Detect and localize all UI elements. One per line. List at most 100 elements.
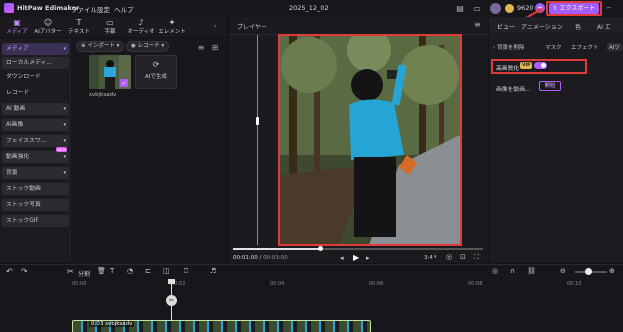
sidebar-item-6[interactable]: フェイススワ... ▾ — [2, 135, 69, 147]
toolbar-item-label: AIアバター — [34, 29, 62, 35]
toolbar-item-3[interactable]: ▭ 字幕 — [96, 18, 124, 37]
record-label: レコード — [137, 43, 160, 49]
speed-icon[interactable]: ◔ — [127, 267, 133, 275]
prev-frame-icon[interactable]: ◂ — [340, 254, 344, 262]
hd-toggle[interactable] — [534, 62, 547, 69]
trim-handle[interactable] — [256, 117, 259, 125]
ruler-tick-label: 00:10 — [567, 281, 582, 287]
aspect-ratio-select[interactable]: 3:4 — [424, 255, 433, 261]
checked-icon[interactable]: ✓ — [120, 79, 128, 87]
voice-icon[interactable]: ♬ — [210, 267, 216, 275]
subtab-mask[interactable]: マスク — [545, 43, 562, 51]
minimize-icon[interactable]: − — [606, 4, 612, 12]
tab-color[interactable]: 色 — [575, 22, 581, 31]
toolbar-item-5[interactable]: ✦ エレメント — [158, 18, 186, 37]
menu-help[interactable]: ヘルプ — [114, 4, 134, 14]
export-button[interactable]: ⇪ エクスポート — [549, 3, 599, 14]
time-total: 00:03:00 — [263, 255, 288, 261]
text-tool-icon[interactable]: T — [110, 267, 114, 275]
playhead-split-icon[interactable]: ✂ — [166, 295, 177, 306]
sidebar-item-label: フェイススワ... — [6, 138, 47, 144]
toolbar-item-2[interactable]: T テキスト — [65, 18, 93, 37]
split-icon[interactable]: ✂ — [67, 267, 74, 276]
split-label[interactable]: 分割 — [78, 269, 90, 278]
more-options-icon[interactable]: ≡ — [474, 20, 481, 29]
redo-icon[interactable]: ↷ — [21, 267, 28, 276]
sidebar-item-11[interactable]: ストックGIF — [2, 215, 69, 227]
adjust-icon[interactable]: ♖ — [183, 267, 189, 275]
export-label: エクスポート — [559, 5, 596, 12]
crop-icon[interactable]: ⊏ — [145, 267, 151, 275]
toolbar-item-4[interactable]: ♪ オーディオ — [127, 18, 155, 37]
sidebar-item-label: 動画強化 — [6, 154, 30, 160]
sidebar-item-0[interactable]: メディア ▾ — [2, 43, 69, 55]
tab-view[interactable]: ビュー — [497, 22, 515, 31]
progress-fill — [233, 248, 321, 250]
trim-line — [257, 35, 258, 245]
progress-knob[interactable] — [318, 246, 323, 251]
start-button[interactable]: 開始 — [539, 81, 561, 91]
monitor-icon[interactable]: ▭ — [472, 3, 482, 13]
tab-animation[interactable]: アニメーション — [521, 22, 563, 31]
playhead-head[interactable] — [168, 279, 175, 284]
fit-icon[interactable]: ⊡ — [460, 253, 466, 261]
sidebar-item-4[interactable]: AI 動画 ▾ — [2, 103, 69, 115]
sidebar-item-5[interactable]: AI画像 ▾ — [2, 119, 69, 131]
import-button[interactable]: ⊕ インポート ▾ — [76, 41, 125, 52]
timeline-clip[interactable]: 0:03 svbjksadv — [72, 320, 371, 332]
chevron-down-icon: ▾ — [116, 43, 120, 49]
record-button[interactable]: ◉ レコード ▾ — [126, 41, 170, 52]
magnet-icon[interactable]: ∩ — [510, 267, 515, 275]
project-name[interactable]: 2025_12_02 — [289, 4, 329, 12]
freeze-icon[interactable]: ◫ — [163, 267, 170, 275]
audio-icon: ♪ — [138, 18, 144, 27]
progress-track[interactable] — [233, 248, 483, 250]
chevron-down-icon: ▾ — [161, 43, 165, 49]
subtab-ai-tools[interactable]: AIツ — [607, 43, 622, 51]
chevron-down-icon: ▾ — [63, 46, 66, 52]
sidebar-item-2[interactable]: ダウンロード — [2, 71, 69, 83]
chat-icon[interactable]: ▤ — [455, 3, 465, 13]
filter-icon[interactable]: ≡ — [196, 42, 206, 52]
menu-settings[interactable]: 設定 — [97, 4, 110, 14]
avatar[interactable] — [490, 3, 501, 14]
tab-ai-effects[interactable]: AI エ — [597, 22, 611, 31]
subtab-effects[interactable]: エフェクト — [571, 43, 599, 51]
sidebar-item-label: AI 動画 — [6, 106, 26, 112]
toolbar-item-1[interactable]: ☺ AIアバター — [34, 18, 62, 37]
menu-file[interactable]: ファイル — [71, 4, 97, 14]
chevron-down-icon: ▾ — [63, 122, 66, 128]
toolbar-more-icon[interactable]: › — [214, 23, 216, 30]
import-label: インポート — [87, 43, 115, 49]
play-icon[interactable]: ▶ — [353, 253, 359, 262]
sidebar-item-label: ストック動画 — [6, 186, 41, 192]
toolbar-item-0[interactable]: ▣ メディア — [3, 18, 31, 37]
sidebar-item-label: ローカルメディ... — [6, 60, 52, 66]
chevron-down-icon: ▾ — [434, 254, 437, 260]
next-frame-icon[interactable]: ▸ — [366, 254, 370, 262]
video-highlight — [278, 34, 462, 246]
undo-icon[interactable]: ↶ — [6, 267, 13, 276]
sidebar-item-10[interactable]: ストック写真 — [2, 199, 69, 211]
delete-icon[interactable]: 🗑 — [97, 267, 106, 275]
zoom-in-icon[interactable]: ⊕ — [609, 267, 615, 275]
fullscreen-icon[interactable]: ⛶ — [474, 253, 479, 262]
record-audio-icon[interactable]: ◎ — [492, 267, 498, 275]
snapshot-icon[interactable]: ◎ — [446, 253, 452, 261]
sidebar-item-3[interactable]: レコード — [2, 87, 69, 99]
element-icon: ✦ — [168, 18, 176, 27]
vip-badge: VIP — [520, 62, 533, 69]
link-icon[interactable]: ⛓ — [527, 267, 536, 275]
ai-generate-button[interactable]: ⟳ AIで生成 — [135, 55, 177, 89]
sidebar-item-8[interactable]: 背景 ▾ — [2, 167, 69, 179]
sidebar-item-9[interactable]: ストック動画 — [2, 183, 69, 195]
sidebar-item-label: レコード — [6, 90, 30, 96]
zoom-out-icon[interactable]: ⊖ — [560, 267, 566, 275]
sidebar-item-7[interactable]: 動画強化 ▾ NEW — [2, 147, 69, 163]
property-tabs: ビュー アニメーション 色 AI エ — [489, 17, 623, 33]
grid-icon[interactable]: ⊞ — [210, 42, 220, 52]
zoom-slider-knob[interactable] — [585, 268, 592, 275]
sidebar-item-1[interactable]: ローカルメディ... — [2, 57, 69, 69]
ai-generate-icon: ⟳ — [152, 60, 160, 69]
subtab-remove-bg[interactable]: ‹ 背景を削除 — [493, 43, 524, 51]
